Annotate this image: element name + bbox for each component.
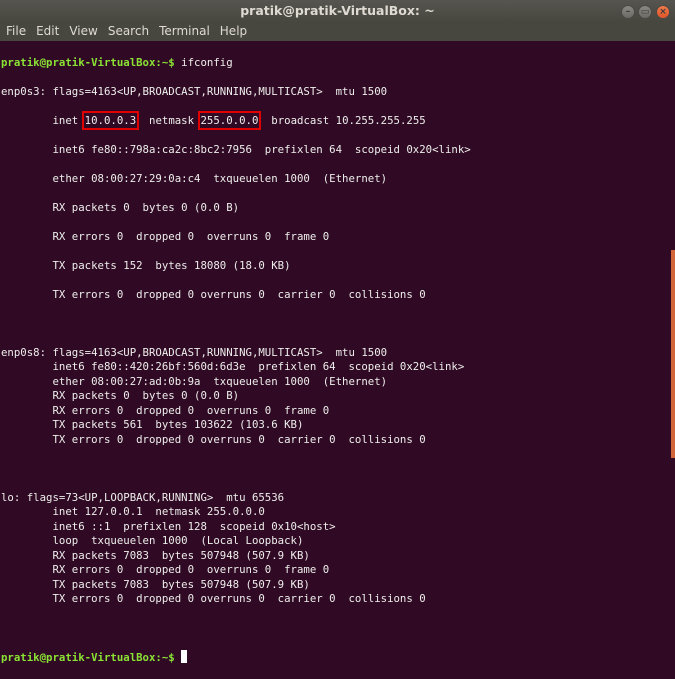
menu-file[interactable]: File bbox=[2, 22, 30, 41]
maximize-icon: ▭ bbox=[640, 7, 650, 17]
command-line: pratik@pratik-VirtualBox:~$ ifconfig bbox=[1, 56, 669, 71]
highlighted-ip-address: 10.0.0.3 bbox=[81, 110, 140, 130]
text-cursor bbox=[181, 650, 188, 663]
output-line: TX errors 0 dropped 0 overruns 0 carrier… bbox=[1, 592, 426, 605]
minimize-button[interactable]: – bbox=[621, 5, 635, 19]
output-line: ether 08:00:27:ad:0b:9a txqueuelen 1000 … bbox=[1, 374, 388, 388]
menu-search[interactable]: Search bbox=[104, 22, 153, 41]
netmask-label: netmask bbox=[136, 113, 201, 127]
output-line: RX errors 0 dropped 0 overruns 0 frame 0 bbox=[1, 403, 330, 417]
output-line: loop txqueuelen 1000 (Local Loopback) bbox=[1, 534, 304, 547]
output-line: RX packets 0 bytes 0 (0.0 B) bbox=[1, 389, 240, 402]
menu-view[interactable]: View bbox=[65, 22, 101, 41]
menu-edit[interactable]: Edit bbox=[32, 22, 63, 41]
output-line: TX errors 0 dropped 0 overruns 0 carrier… bbox=[1, 432, 426, 446]
close-button[interactable]: × bbox=[656, 5, 670, 19]
highlighted-netmask: 255.0.0.0 bbox=[197, 110, 262, 130]
terminal-output[interactable]: pratik@pratik-VirtualBox:~$ ifconfig enp… bbox=[1, 41, 669, 665]
inet-line: inet 10.0.0.3 netmask 255.0.0.0 broadcas… bbox=[1, 110, 669, 130]
close-icon: × bbox=[659, 7, 667, 17]
shell-prompt: pratik@pratik-VirtualBox:~$ bbox=[1, 55, 175, 69]
output-line: enp0s3: flags=4163<UP,BROADCAST,RUNNING,… bbox=[1, 84, 388, 98]
output-line: RX packets 7083 bytes 507948 (507.9 KB) bbox=[1, 548, 310, 562]
output-line: inet6 ::1 prefixlen 128 scopeid 0x10<hos… bbox=[1, 519, 336, 533]
output-line: TX packets 561 bytes 103622 (103.6 KB) bbox=[1, 418, 304, 431]
output-line: TX packets 7083 bytes 507948 (507.9 KB) bbox=[1, 577, 310, 591]
output-line: lo: flags=73<UP,LOOPBACK,RUNNING> mtu 65… bbox=[1, 490, 285, 504]
output-line: RX errors 0 dropped 0 overruns 0 frame 0 bbox=[1, 563, 330, 576]
output-line: TX packets 152 bytes 18080 (18.0 KB) bbox=[1, 258, 291, 272]
broadcast-text: broadcast 10.255.255.255 bbox=[258, 113, 426, 127]
output-line: RX packets 0 bytes 0 (0.0 B) bbox=[1, 200, 240, 214]
command-line: pratik@pratik-VirtualBox:~$ bbox=[1, 650, 669, 665]
window-title: pratik@pratik-VirtualBox: ~ bbox=[240, 3, 435, 18]
inet-label: inet bbox=[1, 113, 85, 127]
minimize-icon: – bbox=[625, 7, 631, 17]
output-line: inet6 fe80::798a:ca2c:8bc2:7956 prefixle… bbox=[1, 142, 471, 156]
output-line: inet 127.0.0.1 netmask 255.0.0.0 bbox=[1, 505, 265, 518]
menu-bar: File Edit View Search Terminal Help bbox=[0, 22, 675, 41]
menu-help[interactable]: Help bbox=[216, 22, 251, 41]
output-line: ether 08:00:27:29:0a:c4 txqueuelen 1000 … bbox=[1, 171, 388, 185]
output-line: enp0s8: flags=4163<UP,BROADCAST,RUNNING,… bbox=[1, 345, 388, 359]
output-line: TX errors 0 dropped 0 overruns 0 carrier… bbox=[1, 287, 426, 301]
scrollbar[interactable] bbox=[671, 250, 675, 458]
maximize-button[interactable]: ▭ bbox=[638, 5, 652, 19]
shell-prompt: pratik@pratik-VirtualBox:~$ bbox=[1, 651, 175, 664]
title-bar: pratik@pratik-VirtualBox: ~ – ▭ × bbox=[0, 0, 675, 22]
output-line: inet6 fe80::420:26bf:560d:6d3e prefixlen… bbox=[1, 360, 465, 373]
menu-terminal[interactable]: Terminal bbox=[155, 22, 214, 41]
command-text: ifconfig bbox=[174, 55, 233, 69]
output-line: RX errors 0 dropped 0 overruns 0 frame 0 bbox=[1, 229, 330, 243]
